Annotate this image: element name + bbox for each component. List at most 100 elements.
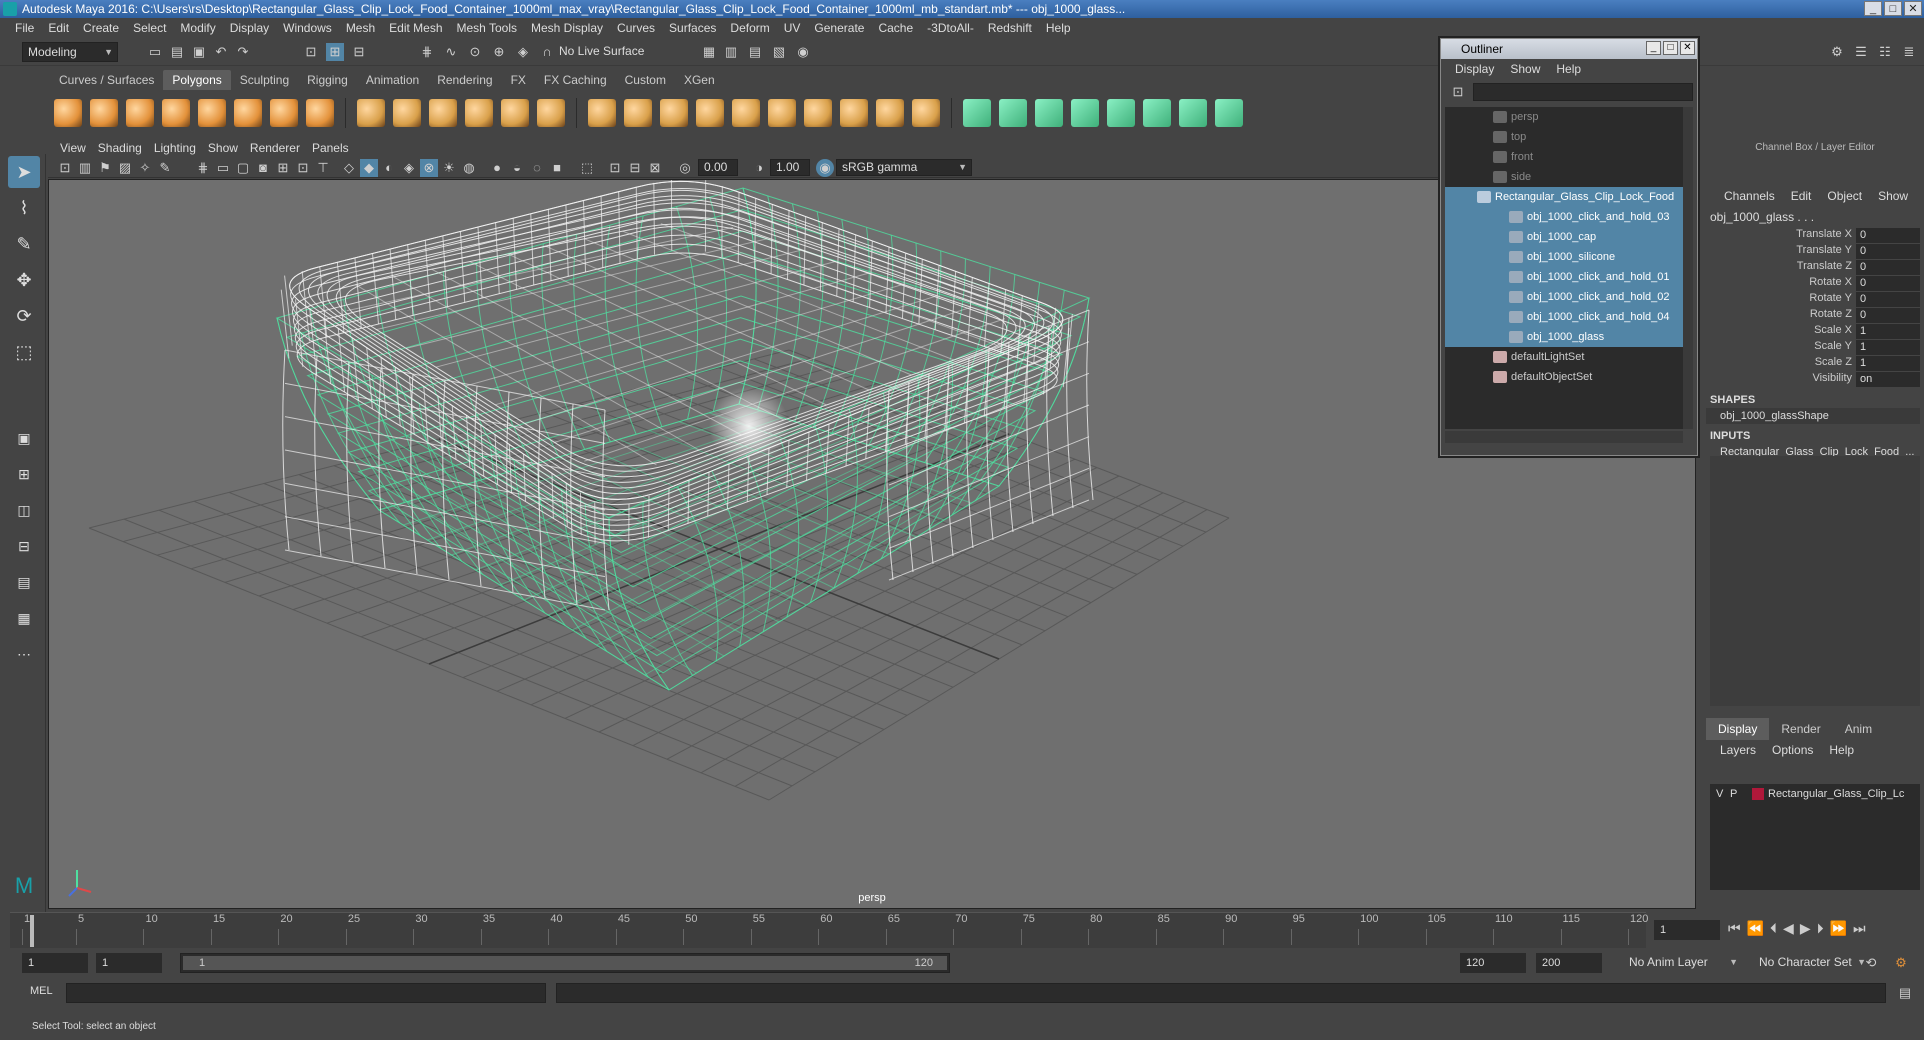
layer-visibility-toggle[interactable]: V [1716,784,1723,804]
snap-view-icon[interactable]: ⊕ [490,43,508,61]
grease-pencil-icon[interactable]: ✎ [156,159,174,177]
poly-cube-icon[interactable] [90,99,118,127]
isolate-select-icon[interactable]: ⬚ [578,159,596,177]
shelf-tab-fx-caching[interactable]: FX Caching [534,70,616,90]
command-input[interactable] [66,983,546,1003]
xray-active-icon[interactable]: ⊟ [626,159,644,177]
channel-row[interactable]: Scale Y 1 [1706,340,1924,356]
poly-sphere-icon[interactable] [54,99,82,127]
channel-value-field[interactable]: 0 [1856,292,1920,307]
poly-target-weld-icon[interactable] [732,99,760,127]
menu-windows[interactable]: Windows [276,21,339,35]
outliner-item[interactable]: obj_1000_cap [1445,227,1683,247]
channel-row[interactable]: Translate Z 0 [1706,260,1924,276]
multisample-aa-icon[interactable]: ◌ [528,159,546,177]
panel-menu-view[interactable]: View [54,141,92,155]
channel-value-field[interactable]: 0 [1856,308,1920,323]
ambient-occlusion-icon[interactable]: ● [488,159,506,177]
channel-value-field[interactable]: 1 [1856,324,1920,339]
safe-title-icon[interactable]: ⊤ [314,159,332,177]
poly-prism-icon[interactable] [270,99,298,127]
undo-icon[interactable]: ↶ [212,43,230,61]
panel-menu-panels[interactable]: Panels [306,141,355,155]
poly-unfold-icon[interactable] [1179,99,1207,127]
resolution-gate-icon[interactable]: ▢ [234,159,252,177]
panel-menu-renderer[interactable]: Renderer [244,141,306,155]
bookmark-icon[interactable]: ⚑ [96,159,114,177]
outliner-minimize-button[interactable]: _ [1646,41,1661,55]
menu-edit-mesh[interactable]: Edit Mesh [382,21,449,35]
menu-select[interactable]: Select [126,21,173,35]
2d-pan-zoom-icon[interactable]: ✧ [136,159,154,177]
motion-blur-icon[interactable]: ◒ [508,159,526,177]
panel-menu-shading[interactable]: Shading [92,141,148,155]
shelf-tab-fx[interactable]: FX [501,70,535,90]
outliner-maximize-button[interactable]: □ [1663,41,1678,55]
outliner-vertical-scrollbar[interactable] [1683,107,1693,429]
selected-object-name[interactable]: obj_1000_glass . . . [1706,210,1924,228]
layer-tab-anim[interactable]: Anim [1833,718,1884,740]
poly-mirror-icon[interactable] [963,99,991,127]
select-component-icon[interactable]: ⊟ [350,43,368,61]
poly-combine-icon[interactable] [357,99,385,127]
shelf-tab-custom[interactable]: Custom [615,70,675,90]
script-editor-icon[interactable]: ▤ [1896,984,1914,1002]
menu-uv[interactable]: UV [777,21,808,35]
scene-start-field[interactable]: 1 [22,953,88,973]
menu-curves[interactable]: Curves [610,21,662,35]
minimize-button[interactable]: _ [1864,1,1882,16]
paint-select-icon[interactable]: ✎ [8,228,40,260]
outliner-search-input[interactable] [1473,83,1693,101]
channel-row[interactable]: Translate X 0 [1706,228,1924,244]
layer-color-swatch[interactable] [1752,788,1764,800]
menu-display[interactable]: Display [223,21,276,35]
outliner-item[interactable]: obj_1000_click_and_hold_03 [1445,207,1683,227]
channel-row[interactable]: Rotate Y 0 [1706,292,1924,308]
step-back-key-icon[interactable]: ⏪ [1747,920,1764,937]
playback-start-field[interactable]: 1 [96,953,162,973]
wireframe-on-shaded-icon[interactable]: ◈ [400,159,418,177]
poly-uv-planar-icon[interactable] [999,99,1027,127]
camera-attributes-icon[interactable]: ▥ [76,159,94,177]
channel-label[interactable]: Rotate X [1809,276,1852,288]
channel-value-field[interactable]: 0 [1856,228,1920,243]
range-slider[interactable]: 1 120 [180,953,950,973]
graph-layout-icon[interactable]: ▦ [8,602,40,634]
film-gate-icon[interactable]: ▭ [214,159,232,177]
channel-box-menu-show[interactable]: Show [1870,189,1916,203]
channel-row[interactable]: Visibility on [1706,372,1924,388]
wireframe-icon[interactable]: ◇ [340,159,358,177]
shelf-tab-polygons[interactable]: Polygons [163,70,231,90]
menu-help[interactable]: Help [1039,21,1078,35]
poly-offset-edge-loop-icon[interactable] [840,99,868,127]
render-frame-icon[interactable]: ▥ [722,43,740,61]
layer-menu-options[interactable]: Options [1764,743,1821,757]
outliner-close-button[interactable]: ✕ [1680,41,1695,55]
exposure-field[interactable]: 0.00 [698,159,738,176]
layer-tab-display[interactable]: Display [1706,718,1770,740]
outliner-item[interactable]: defaultObjectSet [1445,367,1683,387]
move-tool-icon[interactable]: ✥ [8,264,40,296]
step-forward-key-icon[interactable]: ⏩ [1830,920,1847,937]
two-side-layout-icon[interactable]: ◫ [8,494,40,526]
channel-label[interactable]: Translate Y [1796,244,1852,256]
poly-merge-icon[interactable] [768,99,796,127]
menu-file[interactable]: File [8,21,41,35]
channel-value-field[interactable]: 0 [1856,244,1920,259]
menu-edit[interactable]: Edit [41,21,76,35]
safe-action-icon[interactable]: ⊡ [294,159,312,177]
channel-value-field[interactable]: 1 [1856,340,1920,355]
default-material-icon[interactable]: ◐ [380,159,398,177]
save-scene-icon[interactable]: ▣ [190,43,208,61]
outliner-filter-icon[interactable]: ⊡ [1449,83,1467,101]
poly-multi-cut-icon[interactable] [696,99,724,127]
outliner-item[interactable]: obj_1000_click_and_hold_04 [1445,307,1683,327]
menu-3dtoall[interactable]: -3DtoAll- [920,21,981,35]
layer-tab-render[interactable]: Render [1769,718,1832,740]
menu-mesh-display[interactable]: Mesh Display [524,21,610,35]
camera-select-icon[interactable]: ⊡ [56,159,74,177]
shape-node[interactable]: obj_1000_glassShape [1706,408,1920,424]
scale-tool-icon[interactable]: ⬚ [8,336,40,368]
scene-end-field[interactable]: 200 [1536,953,1602,973]
outliner-item[interactable]: Rectangular_Glass_Clip_Lock_Food [1445,187,1683,207]
